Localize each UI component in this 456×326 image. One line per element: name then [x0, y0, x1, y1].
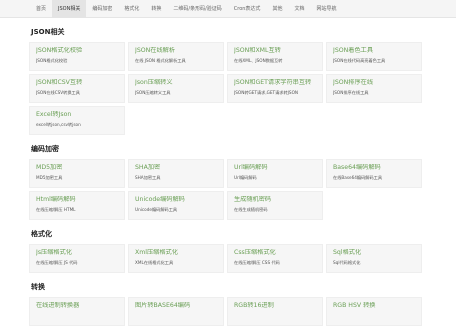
- nav-item-2[interactable]: 编码加密: [86, 0, 118, 18]
- tool-card-title[interactable]: JSON着色工具: [333, 47, 415, 55]
- tool-card-description: Unicode编码解码工具: [135, 207, 178, 212]
- tool-card-title[interactable]: Css压缩格式化: [234, 249, 316, 257]
- section-title: 转换: [31, 283, 45, 291]
- tool-card[interactable]: 在线进制转换器: [29, 297, 125, 326]
- section-title: 格式化: [31, 230, 52, 238]
- tool-card-title[interactable]: RGB HSV 转换: [333, 302, 415, 310]
- tool-card-title[interactable]: JSON和GET请求字符串互转: [234, 79, 316, 87]
- tool-card-description: JSON格式化校验: [36, 58, 68, 63]
- tool-card-description: MD5加密工具: [36, 175, 63, 180]
- top-nav: 首页 JSON相关 编码加密 格式化 转换 二维码/条形码/验证码 Cron表达式 其他 文档网…: [0, 0, 456, 18]
- tool-card-description: JSON排序在线工具: [333, 90, 369, 95]
- nav-item-7[interactable]: 其他: [266, 0, 288, 18]
- tool-card-title[interactable]: JSON排序在线: [333, 79, 415, 87]
- nav-item-1[interactable]: JSON相关: [52, 0, 87, 18]
- tool-card-description: Url编码解码: [234, 175, 257, 180]
- tool-card-title[interactable]: MD5加密: [36, 164, 118, 172]
- tool-card[interactable]: 图片转BASE64编码: [128, 297, 224, 326]
- tool-card-title[interactable]: Json压缩转义: [135, 79, 217, 87]
- tool-card[interactable]: RGB转16进制: [227, 297, 323, 326]
- tool-card[interactable]: JSON在线解析 在线 JSON 格式化解析工具: [128, 42, 224, 71]
- tool-card-description: 在线压缩/解压 JS 代码: [36, 260, 78, 265]
- nav-item-9[interactable]: 网站导航: [310, 0, 342, 18]
- tool-grid: 在线进制转换器 图片转BASE64编码 RGB转16进制 RGB HSV 转换: [29, 297, 427, 326]
- tool-card[interactable]: Excel转Json excel转json,csv转json: [29, 106, 125, 135]
- tool-card-description: SHA加密工具: [135, 175, 161, 180]
- tool-card-title[interactable]: JSON和XML互转: [234, 47, 316, 55]
- tool-card[interactable]: Sql格式化 Sql代码格式化: [326, 244, 422, 273]
- nav-item-6[interactable]: Cron表达式: [228, 0, 267, 18]
- tool-card-title[interactable]: 在线进制转换器: [36, 302, 118, 310]
- tool-card-title[interactable]: Js压缩格式化: [36, 249, 118, 257]
- tool-card-description: 在线XML、JSON数据互转: [234, 58, 283, 63]
- tool-card-description: excel转json,csv转json: [36, 122, 81, 127]
- tool-grid: MD5加密 MD5加密工具 SHA加密 SHA加密工具 Url编码解码 Url编码解码 Ba…: [29, 159, 427, 220]
- tool-card-description: JSON在线代码高亮着色工具: [333, 58, 386, 63]
- tool-card[interactable]: 生成随机密码 在线生成随机密码: [227, 191, 323, 220]
- tool-card[interactable]: RGB HSV 转换: [326, 297, 422, 326]
- tool-card[interactable]: Unicode编码解码 Unicode编码解码工具: [128, 191, 224, 220]
- tool-card-title[interactable]: Html编码解码: [36, 196, 118, 204]
- nav-item-8[interactable]: 文档: [288, 0, 310, 18]
- tool-card-title[interactable]: JSON格式化校验: [36, 47, 118, 55]
- tool-card[interactable]: JSON格式化校验 JSON格式化校验: [29, 42, 125, 71]
- tool-card-description: Sql代码格式化: [333, 260, 361, 265]
- tool-card-description: 在线压缩/解压 HTML: [36, 207, 76, 212]
- tool-card-title[interactable]: JSON在线解析: [135, 47, 217, 55]
- tool-card-title[interactable]: 生成随机密码: [234, 196, 316, 204]
- tool-card-description: JSON转GET请求,GET请求转JSON: [234, 90, 298, 95]
- tool-card[interactable]: Xml压缩格式化 XML在线格式化工具: [128, 244, 224, 273]
- tool-card[interactable]: JSON和XML互转 在线XML、JSON数据互转: [227, 42, 323, 71]
- tool-card-description: 在线 JSON 格式化解析工具: [135, 58, 186, 63]
- tool-card-description: 在线Base64编码解码工具: [333, 175, 383, 180]
- tool-card[interactable]: MD5加密 MD5加密工具: [29, 159, 125, 188]
- tool-card[interactable]: JSON排序在线 JSON排序在线工具: [326, 74, 422, 103]
- tool-card-description: JSON在线CSV转换工具: [36, 90, 80, 95]
- nav-item-4[interactable]: 转换: [145, 0, 167, 18]
- nav-item-5[interactable]: 二维码/条形码/验证码: [167, 0, 227, 18]
- tool-card-title[interactable]: 图片转BASE64编码: [135, 302, 217, 310]
- nav-item-3[interactable]: 格式化: [118, 0, 145, 18]
- tool-card[interactable]: JSON和GET请求字符串互转 JSON转GET请求,GET请求转JSON: [227, 74, 323, 103]
- tool-card[interactable]: JSON着色工具 JSON在线代码高亮着色工具: [326, 42, 422, 71]
- tool-card-description: 在线生成随机密码: [234, 207, 268, 212]
- tool-grid: Js压缩格式化 在线压缩/解压 JS 代码 Xml压缩格式化 XML在线格式化工具 Cs…: [29, 244, 427, 273]
- tool-card-title[interactable]: Base64编码解码: [333, 164, 415, 172]
- tool-card-title[interactable]: JSON和CSV互转: [36, 79, 118, 87]
- tool-card[interactable]: Url编码解码 Url编码解码: [227, 159, 323, 188]
- tool-card[interactable]: Base64编码解码 在线Base64编码解码工具: [326, 159, 422, 188]
- tool-card[interactable]: Css压缩格式化 在线压缩/解压 CSS 代码: [227, 244, 323, 273]
- nav-item-0[interactable]: 首页: [30, 0, 52, 18]
- tool-card-title[interactable]: RGB转16进制: [234, 302, 316, 310]
- tool-card-description: XML在线格式化工具: [135, 260, 174, 265]
- tool-card-title[interactable]: Excel转Json: [36, 111, 118, 119]
- tool-card-description: JSON压缩转义工具: [135, 90, 171, 95]
- tool-card-title[interactable]: Sql格式化: [333, 249, 415, 257]
- tool-card-title[interactable]: Url编码解码: [234, 164, 316, 172]
- tool-card-description: 在线压缩/解压 CSS 代码: [234, 260, 280, 265]
- tool-card[interactable]: SHA加密 SHA加密工具: [128, 159, 224, 188]
- tool-card[interactable]: Html编码解码 在线压缩/解压 HTML: [29, 191, 125, 220]
- tool-card-title[interactable]: Unicode编码解码: [135, 196, 217, 204]
- tool-grid: JSON格式化校验 JSON格式化校验 JSON在线解析 在线 JSON 格式化解析工…: [29, 42, 427, 135]
- section-title: 编码加密: [31, 145, 59, 153]
- tool-card-title[interactable]: SHA加密: [135, 164, 217, 172]
- tool-card[interactable]: JSON和CSV互转 JSON在线CSV转换工具: [29, 74, 125, 103]
- main-content: JSON相关 JSON格式化校验 JSON格式化校验 JSON在线解析 在线 JSON …: [0, 28, 456, 326]
- section-title: JSON相关: [31, 28, 65, 36]
- tool-card[interactable]: Json压缩转义 JSON压缩转义工具: [128, 74, 224, 103]
- tool-card[interactable]: Js压缩格式化 在线压缩/解压 JS 代码: [29, 244, 125, 273]
- tool-card-title[interactable]: Xml压缩格式化: [135, 249, 217, 257]
